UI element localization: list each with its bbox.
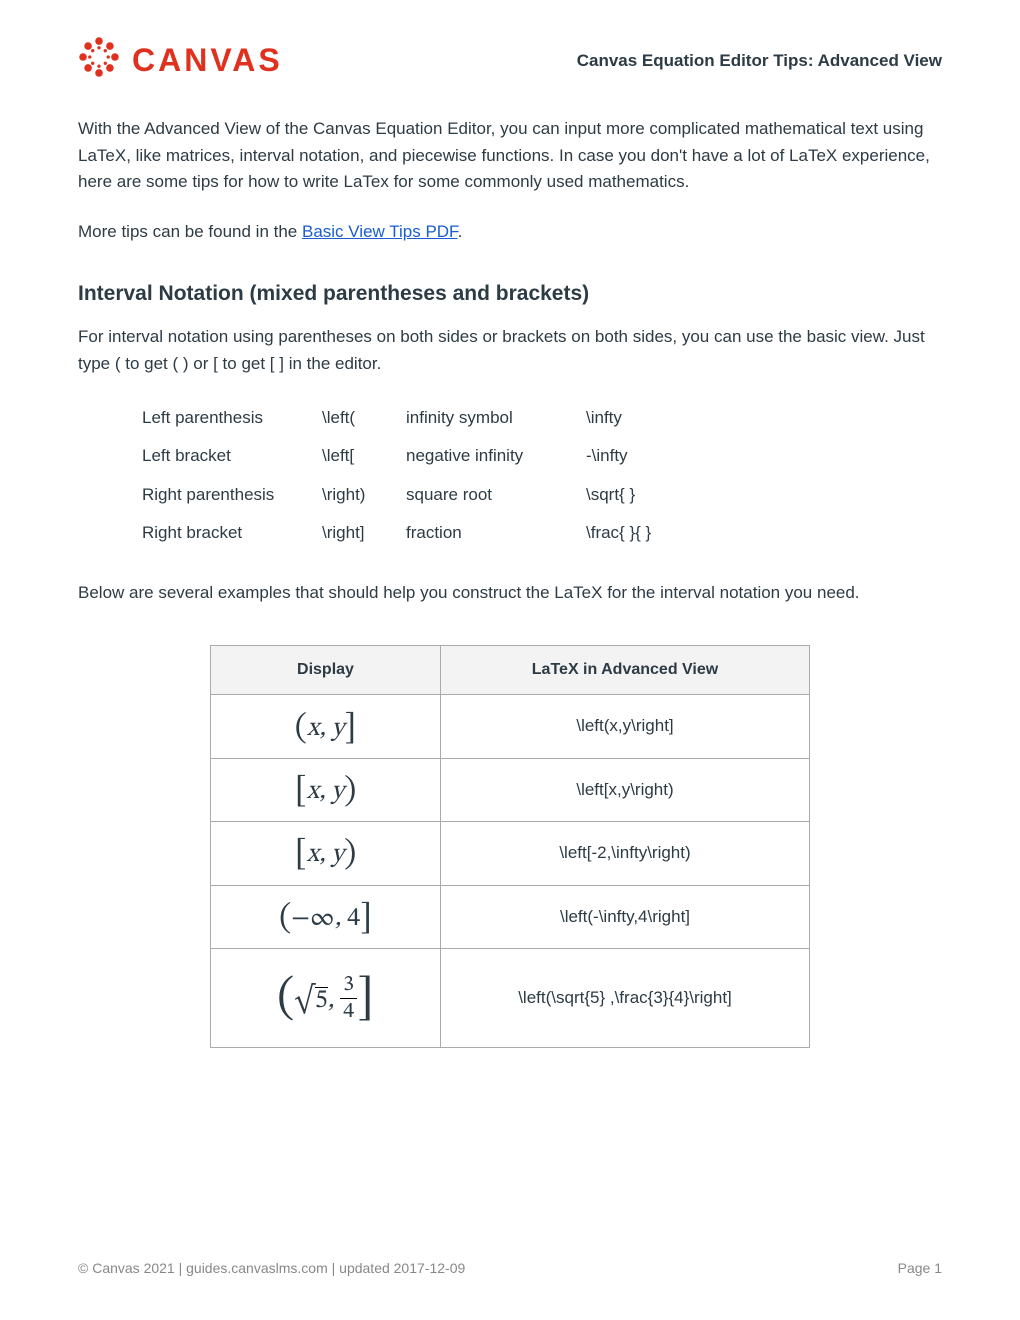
example-latex: \left[-2,\infty\right) — [441, 822, 810, 885]
example-latex: \left(x,y\right] — [441, 695, 810, 758]
symbol-reference-table: Left parenthesis \left( infinity symbol … — [142, 399, 706, 552]
examples-intro: Below are several examples that should h… — [78, 580, 942, 606]
more-tips-suffix: . — [458, 222, 463, 241]
symbol-name: fraction — [406, 514, 586, 552]
basic-view-tips-link[interactable]: Basic View Tips PDF — [302, 222, 458, 241]
table-row: (−∞, 4] \left(-\infty,4\right] — [211, 885, 810, 948]
example-display: (x, y] — [211, 695, 441, 758]
page-title: Canvas Equation Editor Tips: Advanced Vi… — [577, 48, 942, 74]
table-row: Left parenthesis \left( infinity symbol … — [142, 399, 706, 437]
example-latex: \left[x,y\right) — [441, 758, 810, 821]
table-row: [x, y) \left[-2,\infty\right) — [211, 822, 810, 885]
example-display: (−∞, 4] — [211, 885, 441, 948]
symbol-name: Right parenthesis — [142, 476, 322, 514]
example-latex: \left(-\infty,4\right] — [441, 885, 810, 948]
brand-logo: CANVAS — [78, 36, 283, 86]
example-display: [x, y) — [211, 822, 441, 885]
brand-name: CANVAS — [132, 36, 283, 86]
more-tips-line: More tips can be found in the Basic View… — [78, 219, 942, 245]
table-row: Left bracket \left[ negative infinity -\… — [142, 437, 706, 475]
symbol-latex: \frac{ }{ } — [586, 514, 706, 552]
table-header-row: Display LaTeX in Advanced View — [211, 645, 810, 695]
symbol-name: Left parenthesis — [142, 399, 322, 437]
symbol-latex: \right) — [322, 476, 406, 514]
table-row: [x, y) \left[x,y\right) — [211, 758, 810, 821]
footer-copyright: © Canvas 2021 | guides.canvaslms.com | u… — [78, 1258, 465, 1280]
table-row: Right bracket \right] fraction \frac{ }{… — [142, 514, 706, 552]
section-description: For interval notation using parentheses … — [78, 324, 942, 377]
examples-table: Display LaTeX in Advanced View (x, y] \l… — [210, 645, 810, 1049]
table-row: (√5, 34] \left(\sqrt{5} ,\frac{3}{4}\rig… — [211, 948, 810, 1047]
symbol-name: square root — [406, 476, 586, 514]
footer-page-number: Page 1 — [898, 1258, 942, 1280]
symbol-name: Left bracket — [142, 437, 322, 475]
table-row: Right parenthesis \right) square root \s… — [142, 476, 706, 514]
symbol-latex: -\infty — [586, 437, 706, 475]
more-tips-prefix: More tips can be found in the — [78, 222, 302, 241]
example-display: [x, y) — [211, 758, 441, 821]
symbol-name: Right bracket — [142, 514, 322, 552]
symbol-latex: \right] — [322, 514, 406, 552]
page-header: CANVAS Canvas Equation Editor Tips: Adva… — [78, 36, 942, 86]
col-header-latex: LaTeX in Advanced View — [441, 645, 810, 695]
example-latex: \left(\sqrt{5} ,\frac{3}{4}\right] — [441, 948, 810, 1047]
symbol-latex: \infty — [586, 399, 706, 437]
example-display: (√5, 34] — [211, 948, 441, 1047]
intro-paragraph: With the Advanced View of the Canvas Equ… — [78, 116, 942, 195]
symbol-latex: \left( — [322, 399, 406, 437]
symbol-latex: \left[ — [322, 437, 406, 475]
section-heading: Interval Notation (mixed parentheses and… — [78, 278, 942, 311]
table-row: (x, y] \left(x,y\right] — [211, 695, 810, 758]
page-footer: © Canvas 2021 | guides.canvaslms.com | u… — [78, 1258, 942, 1280]
symbol-name: negative infinity — [406, 437, 586, 475]
symbol-name: infinity symbol — [406, 399, 586, 437]
col-header-display: Display — [211, 645, 441, 695]
canvas-ring-icon — [78, 36, 120, 86]
symbol-latex: \sqrt{ } — [586, 476, 706, 514]
